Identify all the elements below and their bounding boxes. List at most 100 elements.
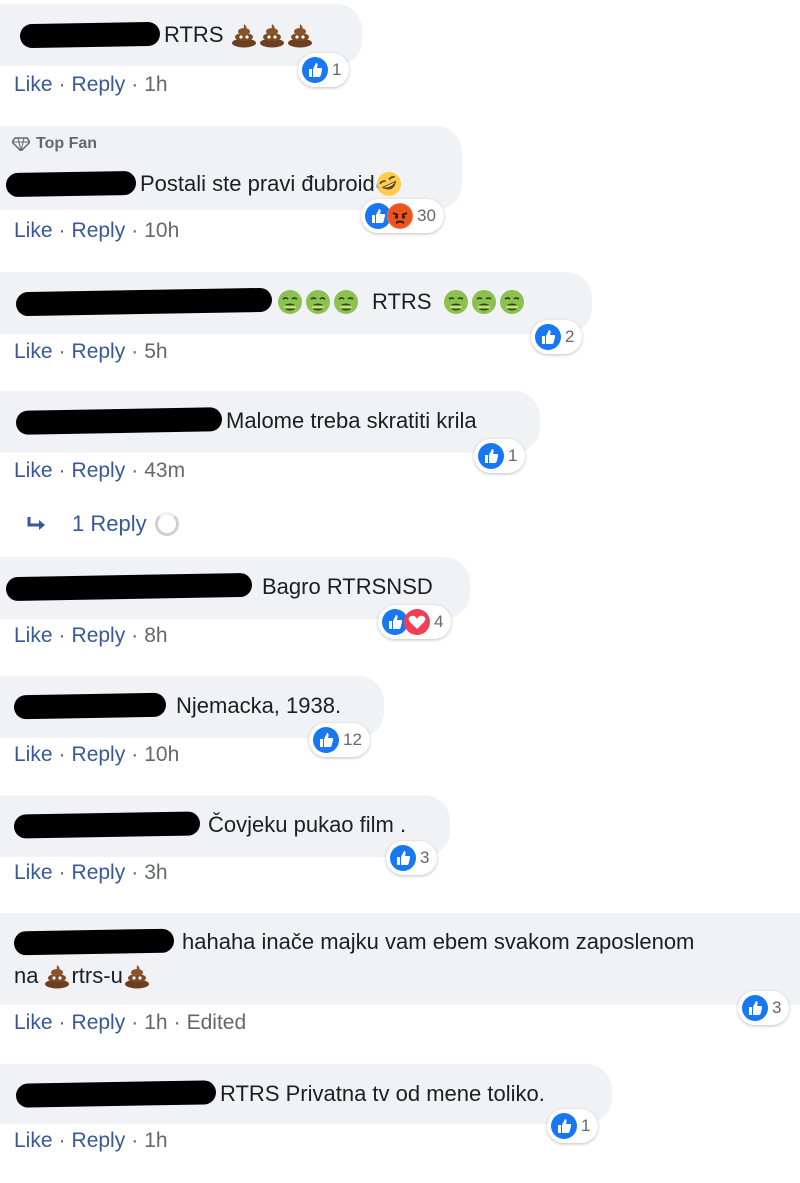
reaction-count: 3	[772, 998, 782, 1017]
pile-of-poo-icon	[287, 24, 312, 48]
reaction-count: 4	[434, 612, 444, 631]
like-reaction-icon	[302, 57, 328, 83]
reply-link[interactable]: Reply	[72, 340, 126, 364]
redacted-author-name	[13, 692, 167, 720]
timestamp[interactable]: 1h	[144, 1129, 167, 1153]
redacted-author-name	[15, 1080, 217, 1108]
reaction-summary[interactable]: 1	[474, 439, 526, 473]
timestamp[interactable]: 8h	[144, 624, 167, 648]
reaction-summary[interactable]: 12	[309, 723, 370, 757]
like-link[interactable]: Like	[14, 73, 53, 97]
comment-actions: Like · Reply · 10h	[14, 219, 180, 243]
reply-link[interactable]: Reply	[72, 219, 126, 243]
nauseated-face-icon	[306, 290, 330, 314]
reaction-count: 1	[581, 1116, 591, 1135]
timestamp[interactable]: 1h	[144, 1011, 167, 1035]
comment-actions: Like · Reply · 3h	[14, 861, 168, 885]
like-reaction-icon	[535, 324, 561, 350]
comment-text: Njemacka, 1938.	[176, 693, 342, 718]
comment-text: Čovjeku pukao film .	[208, 812, 407, 837]
reaction-count: 2	[565, 327, 575, 346]
reply-link[interactable]: Reply	[72, 861, 126, 885]
reply-link[interactable]: Reply	[72, 459, 126, 483]
reaction-summary[interactable]: 1	[547, 1109, 599, 1143]
reaction-summary[interactable]: 1	[298, 53, 350, 87]
rolling-laughing-icon	[376, 172, 401, 196]
reaction-summary[interactable]: 3	[738, 991, 790, 1025]
top-fan-badge: Top Fan	[12, 135, 97, 153]
timestamp[interactable]: 1h	[144, 73, 167, 97]
reply-link[interactable]: Reply	[72, 624, 126, 648]
nauseated-face-icon	[471, 290, 496, 314]
like-reaction-icon	[313, 727, 339, 753]
redacted-author-name	[19, 21, 161, 49]
comment-bubble: RTRS Privatna tv od mene toliko.	[0, 1064, 612, 1124]
comment-actions: Like · Reply · 43m	[14, 459, 186, 483]
comment-actions: Like · Reply · 8h	[14, 624, 168, 648]
like-link[interactable]: Like	[14, 1011, 53, 1035]
reaction-summary[interactable]: 4	[378, 605, 452, 639]
pile-of-poo-icon	[231, 24, 256, 48]
reply-link[interactable]: Reply	[72, 1129, 126, 1153]
nauseated-face-icon	[499, 290, 524, 314]
reply-link[interactable]: Reply	[72, 1011, 126, 1035]
top-fan-label: Top Fan	[36, 135, 98, 152]
like-link[interactable]: Like	[14, 861, 53, 885]
like-link[interactable]: Like	[14, 1129, 53, 1153]
reaction-count: 3	[420, 848, 430, 867]
timestamp[interactable]: 10h	[144, 743, 179, 767]
comment-text: Bagro RTRSNSD	[262, 574, 433, 599]
redacted-author-name	[15, 407, 223, 435]
comment-text: Postali ste pravi đubroid	[140, 171, 375, 196]
pile-of-poo-icon	[45, 965, 70, 989]
like-reaction-icon	[551, 1113, 577, 1139]
angry-reaction-icon	[387, 203, 413, 229]
comment-actions: Like · Reply · 1h	[14, 73, 168, 97]
timestamp[interactable]: 10h	[144, 219, 179, 243]
comment-bubble: Čovjeku pukao film .	[0, 795, 450, 857]
comment-text: RTRS	[164, 22, 224, 47]
reply-link[interactable]: Reply	[72, 73, 126, 97]
love-reaction-icon	[404, 609, 430, 635]
like-link[interactable]: Like	[14, 743, 53, 767]
reaction-count: 1	[332, 60, 342, 79]
reply-link[interactable]: Reply	[72, 743, 126, 767]
timestamp[interactable]: 43m	[144, 459, 185, 483]
like-link[interactable]: Like	[14, 219, 53, 243]
redacted-author-name	[13, 928, 175, 956]
comment-text-line2-prefix: na	[14, 963, 39, 988]
comment-bubble: Malome treba skratiti krila	[0, 391, 540, 453]
comment-actions: Like · Reply · 5h	[14, 340, 168, 364]
edited-label: Edited	[186, 1011, 247, 1034]
reaction-count: 30	[417, 206, 436, 225]
nauseated-face-icon	[443, 290, 468, 314]
reaction-summary[interactable]: 2	[531, 320, 583, 354]
comment-text-line2: rtrs-u	[71, 963, 123, 988]
comment-text: hahaha inače majku vam ebem svakom zapos…	[182, 929, 695, 954]
reaction-count: 12	[343, 730, 362, 749]
reaction-summary[interactable]: 3	[386, 841, 438, 875]
diamond-icon	[12, 137, 30, 151]
pile-of-poo-icon	[124, 965, 149, 989]
timestamp[interactable]: 5h	[144, 340, 167, 364]
view-replies-link[interactable]: 1 Reply	[26, 511, 179, 537]
comment-text: Malome treba skratiti krila	[226, 408, 477, 433]
redacted-author-name	[15, 287, 273, 317]
nauseated-face-icon	[278, 290, 302, 314]
comment-bubble: RTRS	[0, 272, 592, 334]
pile-of-poo-icon	[259, 24, 284, 48]
like-link[interactable]: Like	[14, 624, 53, 648]
like-link[interactable]: Like	[14, 340, 53, 364]
comment-text: RTRS	[372, 289, 432, 314]
comment-actions: Like · Reply · 1h · Edited	[14, 1011, 247, 1035]
comment-actions: Like · Reply · 10h	[14, 743, 180, 767]
like-link[interactable]: Like	[14, 459, 53, 483]
replies-count[interactable]: 1 Reply	[72, 511, 147, 537]
comment-text: RTRS Privatna tv od mene toliko.	[220, 1081, 545, 1106]
comment-bubble: hahaha inače majku vam ebem svakom zapos…	[0, 913, 800, 1005]
reaction-summary[interactable]: 30	[361, 199, 444, 233]
like-reaction-icon	[478, 443, 504, 469]
nauseated-face-icon	[334, 290, 358, 314]
timestamp[interactable]: 3h	[144, 861, 167, 885]
like-reaction-icon	[390, 845, 416, 871]
